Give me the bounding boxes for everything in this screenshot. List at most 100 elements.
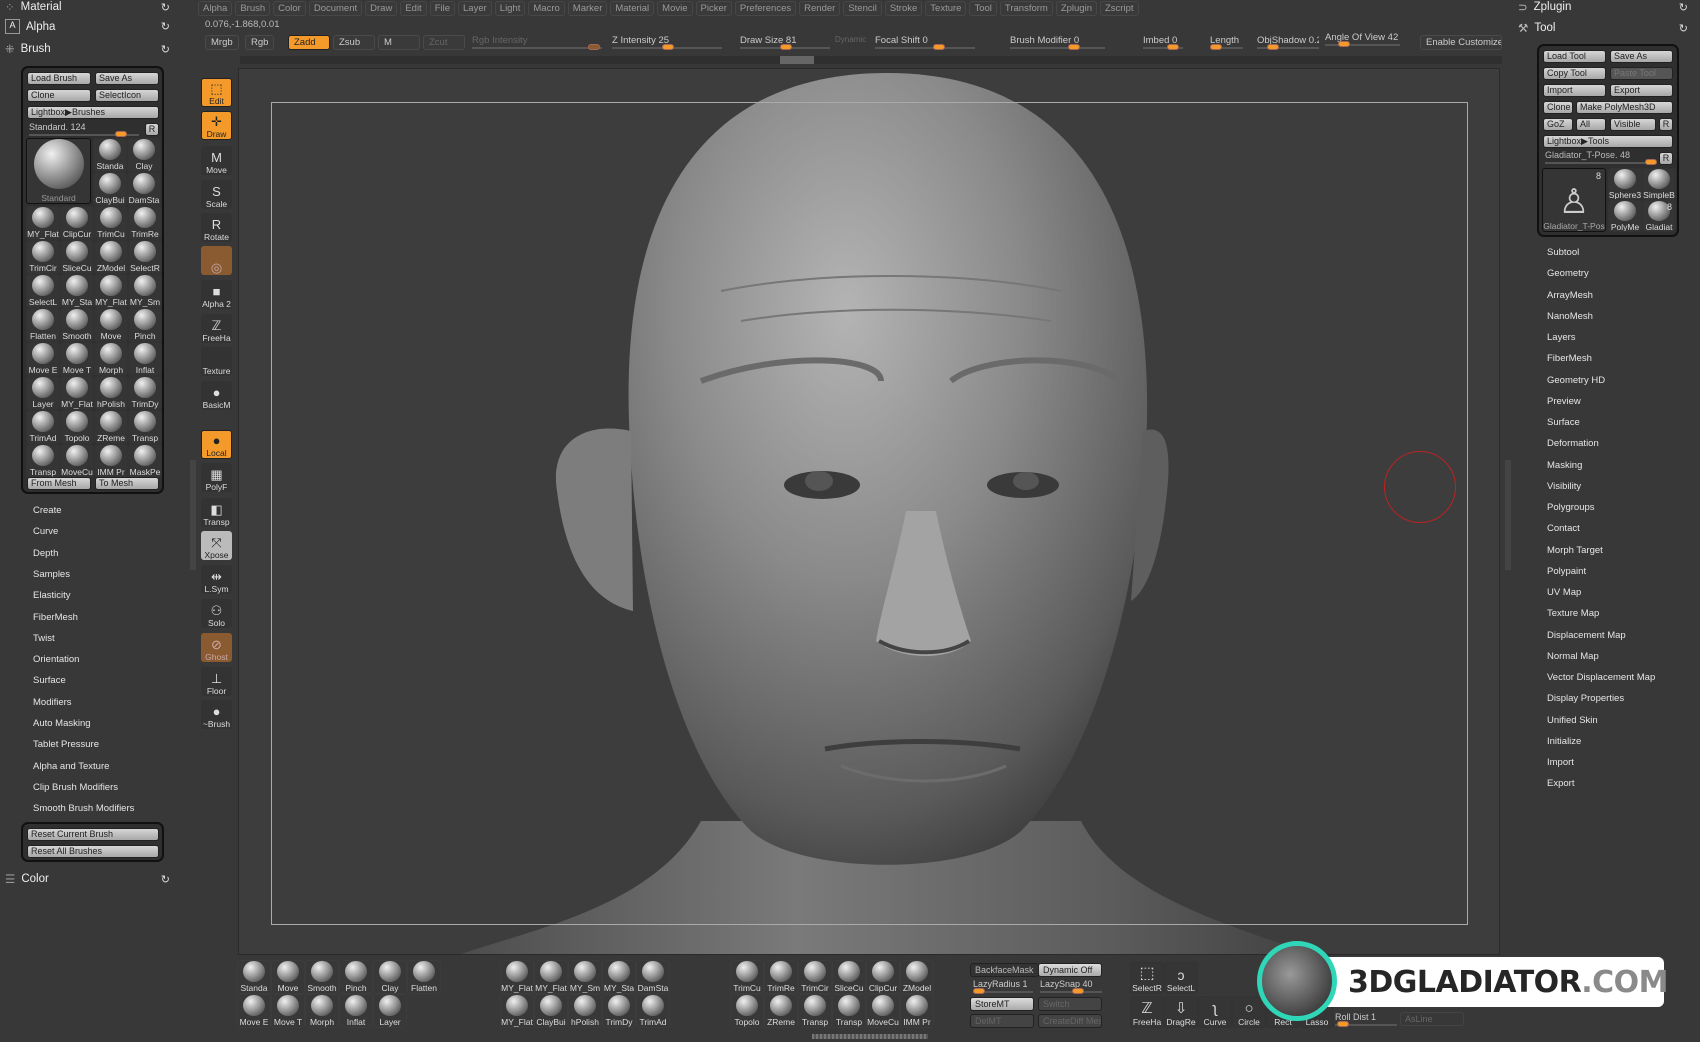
brush-item[interactable]: Smooth xyxy=(60,308,94,342)
brush-item[interactable]: Flatten xyxy=(26,308,60,342)
subpalette-visibility[interactable]: Visibility xyxy=(1547,481,1581,492)
subpalette-masking[interactable]: Masking xyxy=(1547,460,1582,471)
toolbar-edit[interactable]: ⬚ Edit xyxy=(201,78,232,107)
delmt-button[interactable]: DelMT xyxy=(970,1014,1034,1028)
brush-slider[interactable]: Standard. 124 xyxy=(29,122,139,138)
alpha-palette-header[interactable]: A Alpha ↻ xyxy=(5,19,170,34)
toolbar--brush[interactable]: ● ~Brush xyxy=(201,700,232,729)
goz-visible-button[interactable]: Visible xyxy=(1610,118,1656,131)
brush-modifier-slider[interactable]: Brush Modifier 0 xyxy=(1010,35,1105,51)
subpalette-fibermesh[interactable]: FiberMesh xyxy=(1547,353,1592,364)
length-slider[interactable]: Length xyxy=(1210,35,1243,51)
subpalette-preview[interactable]: Preview xyxy=(1547,396,1581,407)
brush-item[interactable]: MY_Flat xyxy=(94,274,128,308)
subpalette-export[interactable]: Export xyxy=(1547,778,1574,789)
toolbar-xpose[interactable]: ⤧ Xpose xyxy=(201,531,232,560)
reset-all-brushes-button[interactable]: Reset All Brushes xyxy=(27,845,159,858)
subpalette-orientation[interactable]: Orientation xyxy=(33,654,79,665)
subpalette-polypaint[interactable]: Polypaint xyxy=(1547,566,1586,577)
m-button[interactable]: M xyxy=(378,35,420,50)
select-lasso-button[interactable]: ↄ SelectL xyxy=(1164,962,1198,994)
lightbox-tools-button[interactable]: Lightbox▶Tools xyxy=(1543,135,1673,148)
subpalette-initialize[interactable]: Initialize xyxy=(1547,736,1581,747)
subpalette-tablet-pressure[interactable]: Tablet Pressure xyxy=(33,739,99,750)
menu-light[interactable]: Light xyxy=(494,1,526,16)
reset-current-brush-button[interactable]: Reset Current Brush xyxy=(27,828,159,841)
shelf-resize-handle[interactable] xyxy=(812,1034,928,1039)
toolbar-polyf[interactable]: ▦ PolyF xyxy=(201,463,232,492)
brush-item[interactable]: Pinch xyxy=(339,960,373,994)
load-brush-button[interactable]: Load Brush xyxy=(27,72,91,85)
menu-draw[interactable]: Draw xyxy=(365,1,398,16)
brush-item[interactable]: MY_Flat xyxy=(500,960,534,994)
toolbar-freeha[interactable]: ℤ FreeHa xyxy=(201,314,232,343)
menu-preferences[interactable]: Preferences xyxy=(734,1,797,16)
brush-palette-header[interactable]: ⁜ Brush ↻ xyxy=(5,42,170,56)
brush-item[interactable]: MY_Sta xyxy=(60,274,94,308)
menu-layer[interactable]: Layer xyxy=(458,1,492,16)
stroke-curve[interactable]: ʅ Curve xyxy=(1198,996,1232,1028)
mrgb-button[interactable]: Mrgb xyxy=(205,35,239,50)
menu-edit[interactable]: Edit xyxy=(400,1,427,16)
subpalette-nanomesh[interactable]: NanoMesh xyxy=(1547,311,1593,322)
shelf-scrollbar[interactable] xyxy=(240,56,1502,64)
angle-of-view-slider[interactable]: Angle Of View 42 xyxy=(1325,32,1400,48)
stroke-dragre[interactable]: ⇩ DragRe xyxy=(1164,996,1198,1028)
tool-slider[interactable]: Gladiator_T-Pose. 48 xyxy=(1545,150,1657,166)
select-icon-button[interactable]: SelectIcon xyxy=(95,89,159,102)
refresh-icon[interactable]: ↻ xyxy=(161,873,170,886)
tool-item[interactable]: SimpleB xyxy=(1642,168,1676,200)
subpalette-create[interactable]: Create xyxy=(33,505,62,516)
asline-button[interactable]: AsLine xyxy=(1400,1012,1464,1026)
menu-color[interactable]: Color xyxy=(273,1,306,16)
menu-marker[interactable]: Marker xyxy=(567,1,608,16)
brush-item[interactable]: TrimRe xyxy=(128,206,162,240)
tool-item[interactable]: Gladiat 8 xyxy=(1642,200,1676,232)
brush-item[interactable]: Move xyxy=(94,308,128,342)
toolbar-move[interactable]: M Move xyxy=(201,146,232,175)
dynamic-off-button[interactable]: Dynamic Off xyxy=(1038,963,1102,977)
toolbar-rotate[interactable]: R Rotate xyxy=(201,213,232,242)
subpalette-import[interactable]: Import xyxy=(1547,757,1574,768)
create-diff-mesh-button[interactable]: CreateDiff Mes xyxy=(1038,1014,1102,1028)
subpalette-unified-skin[interactable]: Unified Skin xyxy=(1547,715,1598,726)
storemt-button[interactable]: StoreMT xyxy=(970,997,1034,1011)
import-button[interactable]: Import xyxy=(1543,84,1606,97)
subpalette-surface[interactable]: Surface xyxy=(33,675,66,686)
make-polymesh-button[interactable]: Make PolyMesh3D xyxy=(1576,101,1673,114)
brush-item[interactable]: MoveCu xyxy=(866,994,900,1028)
objshadow-slider[interactable]: ObjShadow 0.2 xyxy=(1257,35,1319,51)
brush-item[interactable]: MY_Sm xyxy=(128,274,162,308)
goz-all-button[interactable]: All xyxy=(1576,118,1606,131)
brush-item[interactable]: TrimDy xyxy=(128,376,162,410)
toolbar-basicm[interactable]: ● BasicM xyxy=(201,381,232,410)
to-mesh-button[interactable]: To Mesh xyxy=(95,477,159,490)
clone-button[interactable]: Clone xyxy=(27,89,91,102)
draw-size-slider[interactable]: Draw Size 81 xyxy=(740,35,830,51)
stroke-freeha[interactable]: ℤ FreeHa xyxy=(1130,996,1164,1028)
brush-item[interactable]: ClipCur xyxy=(60,206,94,240)
tool-item[interactable]: Sphere3 xyxy=(1608,168,1642,200)
brush-item[interactable]: TrimDy xyxy=(602,994,636,1028)
rgb-intensity-slider[interactable]: Rgb Intensity xyxy=(472,35,602,51)
brush-item[interactable]: DamSta xyxy=(636,960,670,994)
subpalette-geometry[interactable]: Geometry xyxy=(1547,268,1589,279)
brush-item[interactable]: ClayBui xyxy=(534,994,568,1028)
lightbox-brushes-button[interactable]: Lightbox▶Brushes xyxy=(27,106,159,119)
refresh-icon[interactable]: ↻ xyxy=(161,20,170,33)
brush-item[interactable]: SelectR xyxy=(128,240,162,274)
toolbar-draw[interactable]: ✛ Draw xyxy=(201,111,232,140)
brush-item[interactable]: MY_Flat xyxy=(500,994,534,1028)
zadd-button[interactable]: Zadd xyxy=(288,35,330,50)
material-palette-header[interactable]: ⁘ Material ↻ xyxy=(5,0,170,14)
brush-item[interactable]: SliceCu xyxy=(832,960,866,994)
brush-item[interactable]: SliceCu xyxy=(60,240,94,274)
r-button[interactable]: R xyxy=(1659,118,1673,131)
copy-tool-button[interactable]: Copy Tool xyxy=(1543,67,1606,80)
refresh-icon[interactable]: ↻ xyxy=(161,1,170,14)
brush-item[interactable]: Standa xyxy=(237,960,271,994)
subpalette-alpha-and-texture[interactable]: Alpha and Texture xyxy=(33,761,109,772)
menu-macro[interactable]: Macro xyxy=(528,1,565,16)
roll-dist-slider[interactable]: Roll Dist 1 xyxy=(1335,1012,1397,1028)
menu-texture[interactable]: Texture xyxy=(925,1,967,16)
